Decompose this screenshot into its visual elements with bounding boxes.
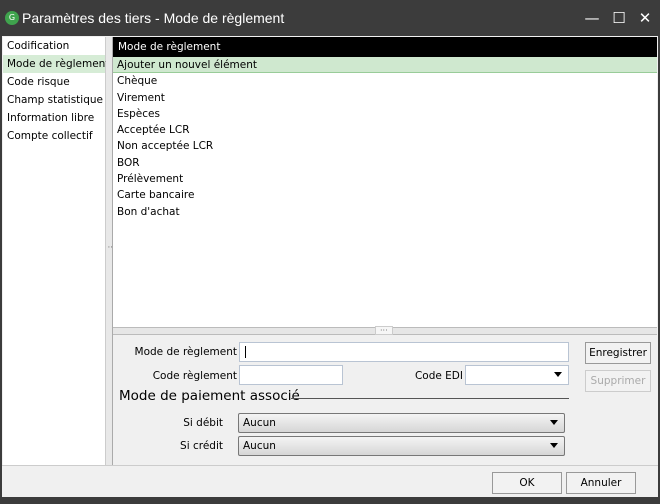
list-item[interactable]: Prélèvement bbox=[113, 171, 657, 187]
sidebar-item-champ-statistique[interactable]: Champ statistique bbox=[3, 91, 105, 109]
cancel-button[interactable]: Annuler bbox=[566, 472, 636, 494]
list-item[interactable]: BOR bbox=[113, 155, 657, 171]
list-item[interactable]: Non acceptée LCR bbox=[113, 138, 657, 154]
sidebar-item-mode-de-reglement[interactable]: Mode de règlement bbox=[3, 55, 109, 73]
sidebar-item-compte-collectif[interactable]: Compte collectif bbox=[3, 127, 105, 145]
sidebar: Codification Mode de règlement Code risq… bbox=[3, 37, 109, 465]
minimize-button[interactable]: — bbox=[582, 8, 602, 28]
add-new-item-row[interactable]: Ajouter un nouvel élément bbox=[113, 57, 657, 74]
window-title: Paramètres des tiers - Mode de règlement bbox=[22, 10, 285, 26]
chevron-down-icon bbox=[550, 443, 558, 448]
chevron-down-icon bbox=[554, 372, 562, 377]
credit-label: Si crédit bbox=[180, 440, 223, 452]
sidebar-item-codification[interactable]: Codification bbox=[3, 37, 105, 55]
list-item[interactable]: Acceptée LCR bbox=[113, 122, 657, 138]
section-title: Mode de paiement associé bbox=[119, 388, 300, 404]
grip-icon: ··· bbox=[375, 326, 393, 335]
chevron-down-icon bbox=[550, 420, 558, 425]
debit-label: Si débit bbox=[183, 417, 223, 429]
list-item[interactable]: Bon d'achat bbox=[113, 204, 657, 220]
edi-dropdown[interactable] bbox=[465, 365, 569, 385]
vertical-splitter[interactable]: ⋮ bbox=[106, 37, 116, 465]
maximize-button[interactable]: ☐ bbox=[609, 8, 629, 28]
list-item[interactable]: Virement bbox=[113, 90, 657, 106]
sidebar-item-code-risque[interactable]: Code risque bbox=[3, 73, 105, 91]
list-item[interactable]: Chèque bbox=[113, 73, 657, 89]
dialog-footer: OK Annuler bbox=[2, 465, 658, 497]
delete-button[interactable]: Supprimer bbox=[585, 370, 651, 392]
horizontal-splitter[interactable]: ··· bbox=[113, 326, 657, 335]
main-panel: Mode de règlement Ajouter un nouvel élém… bbox=[113, 37, 657, 465]
payment-mode-list: Mode de règlement Ajouter un nouvel élém… bbox=[113, 37, 657, 327]
app-logo-icon: G bbox=[5, 11, 19, 25]
title-bar: G Paramètres des tiers - Mode de règleme… bbox=[0, 0, 660, 36]
text-caret bbox=[245, 346, 246, 358]
save-button[interactable]: Enregistrer bbox=[585, 342, 651, 364]
close-button[interactable]: ✕ bbox=[635, 8, 655, 28]
ok-button[interactable]: OK bbox=[492, 472, 562, 494]
dialog-body: Codification Mode de règlement Code risq… bbox=[2, 36, 658, 497]
list-item[interactable]: Espèces bbox=[113, 106, 657, 122]
mode-input[interactable] bbox=[239, 342, 569, 362]
code-input[interactable] bbox=[239, 365, 343, 385]
sidebar-item-information-libre[interactable]: Information libre bbox=[3, 109, 105, 127]
list-header[interactable]: Mode de règlement bbox=[113, 37, 657, 57]
mode-label: Mode de règlement bbox=[134, 346, 237, 358]
debit-select[interactable]: Aucun bbox=[238, 413, 565, 433]
code-label: Code règlement bbox=[152, 370, 237, 382]
section-divider bbox=[291, 398, 569, 399]
list-item[interactable]: Carte bancaire bbox=[113, 187, 657, 203]
edi-label: Code EDI bbox=[414, 370, 463, 382]
credit-select[interactable]: Aucun bbox=[238, 436, 565, 456]
